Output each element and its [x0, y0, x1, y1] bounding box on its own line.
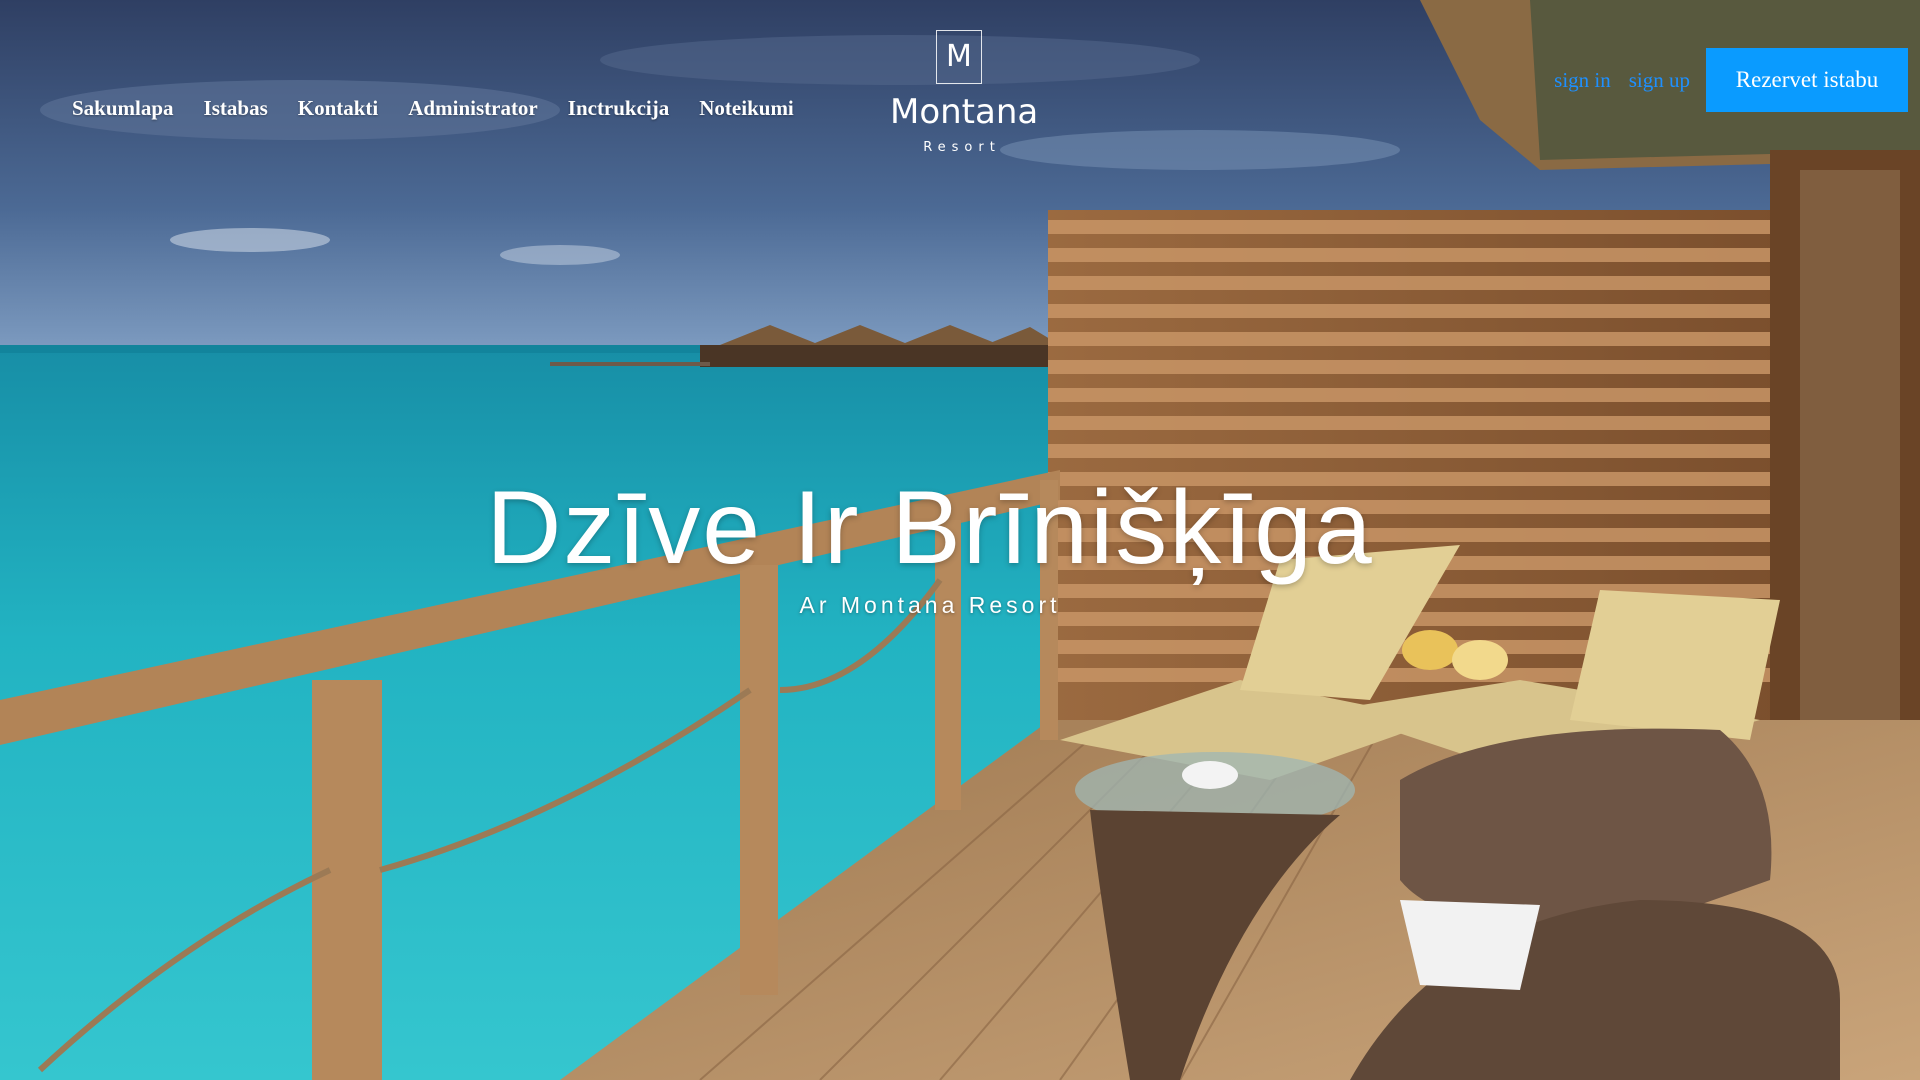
nav-item-administrator[interactable]: Administrator: [408, 96, 538, 121]
page: Sakumlapa Istabas Kontakti Administrator…: [0, 0, 1920, 1080]
logo-name: Montana: [890, 92, 1039, 132]
hero-subtitle: Ar Montana Resort: [799, 592, 1061, 618]
hero-text: Dzīve Ir Brīnišķīga Ar Montana Resort: [0, 470, 1860, 619]
auth-links: sign in sign up: [1554, 68, 1690, 93]
nav-item-inctrukcija[interactable]: Inctrukcija: [568, 96, 670, 121]
nav-item-kontakti[interactable]: Kontakti: [298, 96, 379, 121]
hero-title: Dzīve Ir Brīnišķīga: [486, 470, 1374, 586]
sign-in-link[interactable]: sign in: [1554, 68, 1611, 93]
logo-subtitle: Resort: [923, 140, 1001, 155]
main-nav: Sakumlapa Istabas Kontakti Administrator…: [72, 96, 824, 121]
nav-item-sakumlapa[interactable]: Sakumlapa: [72, 96, 174, 121]
nav-item-noteikumi[interactable]: Noteikumi: [699, 96, 794, 121]
book-room-button[interactable]: Rezervet istabu: [1706, 48, 1908, 112]
logo-mark: M: [936, 30, 982, 84]
sign-up-link[interactable]: sign up: [1629, 68, 1690, 93]
nav-item-istabas[interactable]: Istabas: [204, 96, 268, 121]
brand-logo[interactable]: M Montana Resort: [890, 30, 1039, 155]
